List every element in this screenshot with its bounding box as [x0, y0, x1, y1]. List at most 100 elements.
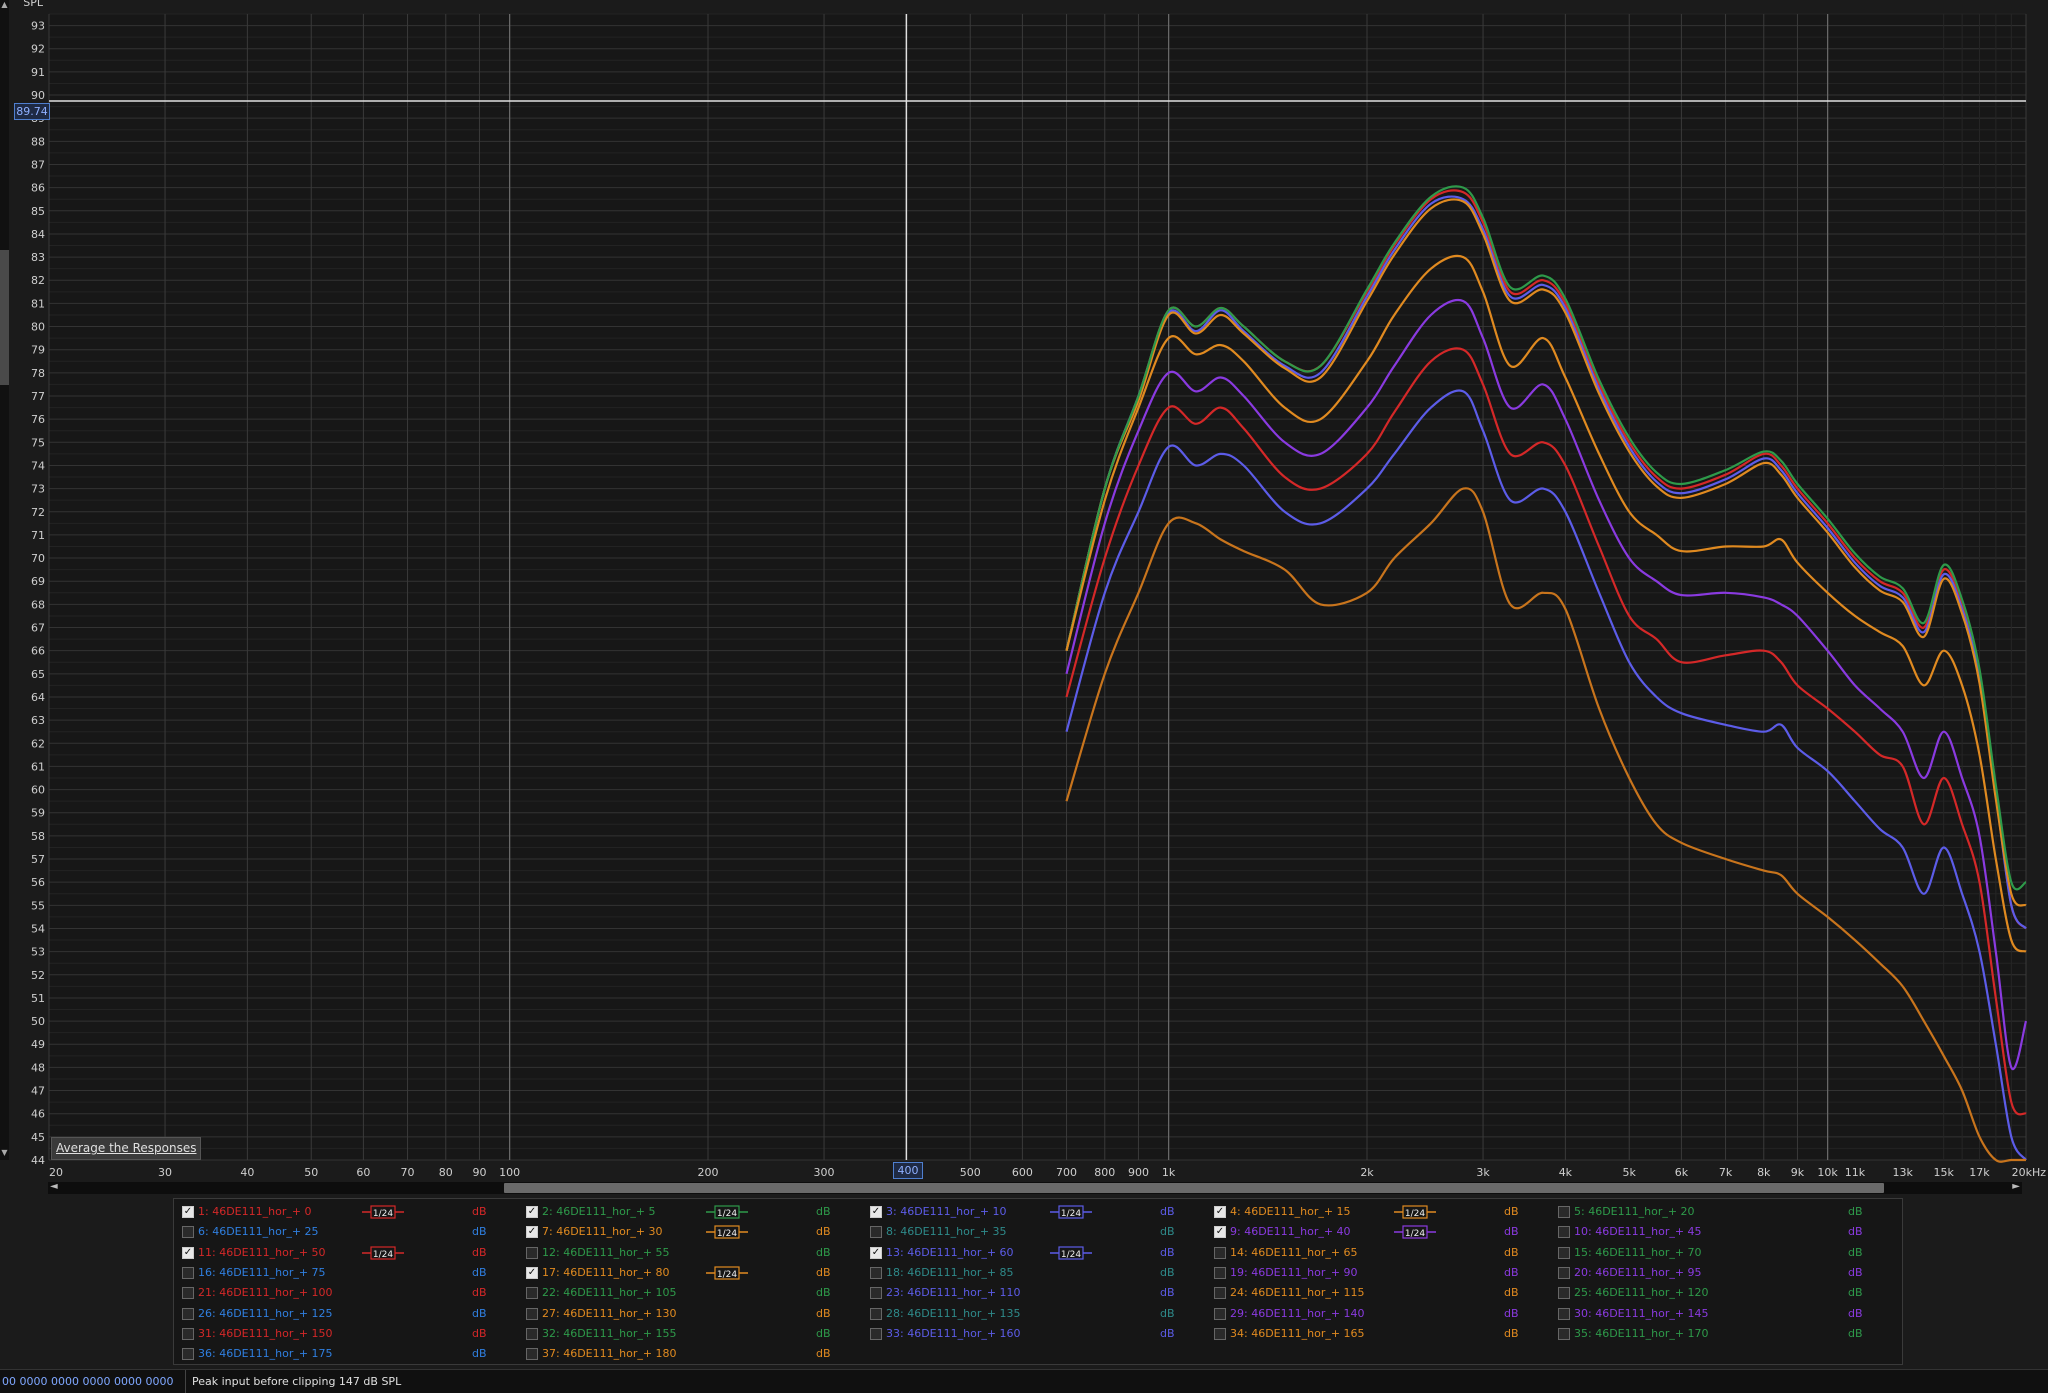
legend-item[interactable]: 30: 46DE111_hor_+ 145 dB [1558, 1305, 1878, 1323]
legend-checkbox[interactable]: ✓ [182, 1206, 194, 1218]
legend-checkbox[interactable] [526, 1348, 538, 1361]
frequency-cursor-readout[interactable]: 400 [893, 1162, 923, 1179]
smoothing-icon[interactable]: 1/24 [706, 1266, 748, 1280]
legend-checkbox[interactable] [1558, 1266, 1570, 1279]
legend-checkbox[interactable] [182, 1307, 194, 1320]
legend-checkbox[interactable] [1214, 1307, 1226, 1320]
x-tick-label: 200 [698, 1166, 719, 1179]
legend-item[interactable]: ✓ 1: 46DE111_hor_+ 0 1/24 dB [182, 1203, 502, 1221]
legend-item[interactable]: ✓ 9: 46DE111_hor_+ 40 1/24 dB [1214, 1223, 1534, 1241]
legend-checkbox[interactable] [1214, 1266, 1226, 1279]
x-tick-label: 7k [1719, 1166, 1733, 1179]
legend-item[interactable]: 8: 46DE111_hor_+ 35 dB [870, 1223, 1190, 1241]
legend-item[interactable]: 31: 46DE111_hor_+ 150 dB [182, 1325, 502, 1343]
vertical-scroll-thumb[interactable] [0, 250, 9, 385]
legend-item[interactable]: 24: 46DE111_hor_+ 115 dB [1214, 1284, 1534, 1302]
legend-item[interactable]: ✓ 4: 46DE111_hor_+ 15 1/24 dB [1214, 1203, 1534, 1221]
legend-checkbox[interactable] [1558, 1327, 1570, 1340]
legend-checkbox[interactable] [182, 1348, 194, 1361]
legend-checkbox[interactable]: ✓ [870, 1206, 882, 1218]
frequency-response-chart[interactable]: 44 45 46 47 48 49 50 51 52 53 54 55 56 57 58 59 60 61 62 63… [0, 0, 2048, 1200]
legend-item[interactable]: 35: 46DE111_hor_+ 170 dB [1558, 1325, 1878, 1343]
legend-item[interactable]: 23: 46DE111_hor_+ 110 dB [870, 1284, 1190, 1302]
legend-checkbox[interactable] [526, 1327, 538, 1340]
legend-checkbox[interactable] [1558, 1287, 1570, 1300]
legend-checkbox[interactable] [526, 1307, 538, 1320]
legend-item[interactable]: 37: 46DE111_hor_+ 180 dB [526, 1345, 846, 1363]
legend-checkbox[interactable]: ✓ [1214, 1206, 1226, 1218]
legend-db-unit: dB [472, 1326, 487, 1340]
legend-item[interactable]: 6: 46DE111_hor_+ 25 dB [182, 1223, 502, 1241]
legend-item[interactable]: 10: 46DE111_hor_+ 45 dB [1558, 1223, 1878, 1241]
legend-item[interactable]: ✓ 11: 46DE111_hor_+ 50 1/24 dB [182, 1244, 502, 1262]
legend-checkbox[interactable]: ✓ [526, 1206, 538, 1218]
legend-item[interactable]: 19: 46DE111_hor_+ 90 dB [1214, 1264, 1534, 1282]
smoothing-icon[interactable]: 1/24 [1050, 1245, 1092, 1260]
legend-item[interactable]: 12: 46DE111_hor_+ 55 dB [526, 1244, 846, 1262]
horizontal-scrollbar[interactable]: ◄ ► [48, 1181, 2022, 1194]
smoothing-icon[interactable]: 1/24 [706, 1225, 748, 1239]
legend-checkbox[interactable] [870, 1307, 882, 1320]
scroll-down-icon[interactable]: ▼ [0, 1148, 9, 1158]
legend-checkbox[interactable] [182, 1266, 194, 1279]
legend-item[interactable]: 34: 46DE111_hor_+ 165 dB [1214, 1325, 1534, 1343]
legend-checkbox[interactable] [1558, 1246, 1570, 1259]
scroll-left-icon[interactable]: ◄ [50, 1181, 58, 1192]
legend-item[interactable]: ✓ 17: 46DE111_hor_+ 80 1/24 dB [526, 1264, 846, 1282]
legend-item[interactable]: ✓ 3: 46DE111_hor_+ 10 1/24 dB [870, 1203, 1190, 1221]
legend-item[interactable]: 26: 46DE111_hor_+ 125 dB [182, 1305, 502, 1323]
vertical-scrollbar[interactable]: ▲ ▼ [0, 0, 9, 1160]
legend-checkbox[interactable] [526, 1287, 538, 1300]
legend-checkbox[interactable]: ✓ [1214, 1226, 1226, 1239]
legend-item[interactable]: ✓ 7: 46DE111_hor_+ 30 1/24 dB [526, 1223, 846, 1241]
legend-checkbox[interactable]: ✓ [182, 1246, 194, 1259]
legend-item[interactable]: 20: 46DE111_hor_+ 95 dB [1558, 1264, 1878, 1282]
legend-item[interactable]: 5: 46DE111_hor_+ 20 dB [1558, 1203, 1878, 1221]
legend-item[interactable]: 16: 46DE111_hor_+ 75 dB [182, 1264, 502, 1282]
legend-checkbox[interactable] [1558, 1226, 1570, 1239]
legend-checkbox[interactable] [870, 1327, 882, 1340]
y-tick-label: 63 [31, 714, 45, 727]
legend-item[interactable]: 27: 46DE111_hor_+ 130 dB [526, 1305, 846, 1323]
legend-checkbox[interactable] [1558, 1206, 1570, 1218]
legend-item[interactable]: ✓ 2: 46DE111_hor_+ 5 1/24 dB [526, 1203, 846, 1221]
smoothing-icon[interactable]: 1/24 [362, 1245, 404, 1260]
legend-item[interactable]: 28: 46DE111_hor_+ 135 dB [870, 1305, 1190, 1323]
level-cursor-readout[interactable]: 89.74 [14, 103, 50, 120]
smoothing-icon[interactable]: 1/24 [706, 1205, 748, 1219]
legend-checkbox[interactable] [182, 1226, 194, 1239]
legend-item[interactable]: 29: 46DE111_hor_+ 140 dB [1214, 1305, 1534, 1323]
legend-checkbox[interactable]: ✓ [526, 1266, 538, 1279]
legend-item[interactable]: 33: 46DE111_hor_+ 160 dB [870, 1325, 1190, 1343]
scroll-up-icon[interactable]: ▲ [0, 0, 9, 10]
smoothing-icon[interactable]: 1/24 [1394, 1205, 1436, 1219]
legend-checkbox[interactable] [182, 1287, 194, 1300]
legend-item[interactable]: ✓ 13: 46DE111_hor_+ 60 1/24 dB [870, 1244, 1190, 1262]
legend-checkbox[interactable] [182, 1327, 194, 1340]
legend-label: 24: 46DE111_hor_+ 115 [1230, 1286, 1365, 1300]
legend-checkbox[interactable] [1214, 1246, 1226, 1259]
legend-checkbox[interactable] [1558, 1307, 1570, 1320]
legend-checkbox[interactable] [870, 1226, 882, 1239]
legend-checkbox[interactable] [526, 1246, 538, 1259]
legend-checkbox[interactable] [870, 1266, 882, 1279]
legend-item[interactable]: 14: 46DE111_hor_+ 65 dB [1214, 1244, 1534, 1262]
horizontal-scroll-thumb[interactable] [504, 1183, 1884, 1193]
smoothing-icon[interactable]: 1/24 [1394, 1225, 1436, 1239]
scroll-right-icon[interactable]: ► [2012, 1181, 2020, 1192]
smoothing-icon[interactable]: 1/24 [1050, 1205, 1092, 1219]
legend-item[interactable]: 22: 46DE111_hor_+ 105 dB [526, 1284, 846, 1302]
legend-item[interactable]: 25: 46DE111_hor_+ 120 dB [1558, 1284, 1878, 1302]
legend-item[interactable]: 15: 46DE111_hor_+ 70 dB [1558, 1244, 1878, 1262]
legend-checkbox[interactable] [1214, 1287, 1226, 1300]
legend-item[interactable]: 36: 46DE111_hor_+ 175 dB [182, 1345, 502, 1363]
legend-item[interactable]: 32: 46DE111_hor_+ 155 dB [526, 1325, 846, 1343]
average-responses-button[interactable]: Average the Responses [51, 1137, 202, 1160]
legend-checkbox[interactable] [1214, 1327, 1226, 1340]
legend-checkbox[interactable]: ✓ [526, 1226, 538, 1239]
legend-item[interactable]: 18: 46DE111_hor_+ 85 dB [870, 1264, 1190, 1282]
legend-checkbox[interactable] [870, 1287, 882, 1300]
smoothing-icon[interactable]: 1/24 [362, 1205, 404, 1219]
legend-checkbox[interactable]: ✓ [870, 1246, 882, 1259]
legend-item[interactable]: 21: 46DE111_hor_+ 100 dB [182, 1284, 502, 1302]
